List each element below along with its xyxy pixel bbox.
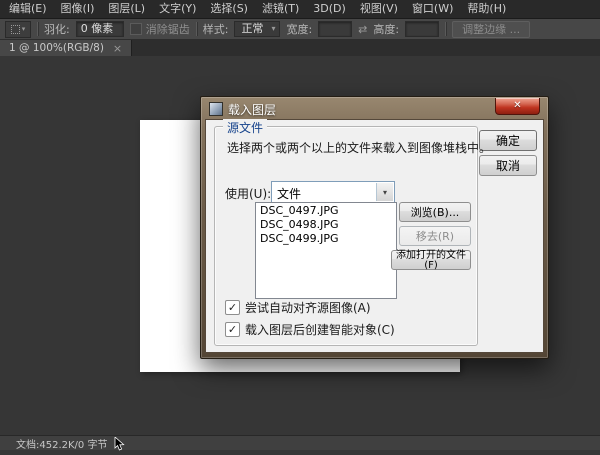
- smart-object-label: 载入图层后创建智能对象(C): [245, 323, 395, 337]
- feather-input[interactable]: 0 像素: [75, 21, 124, 37]
- file-list-item[interactable]: DSC_0499.JPG: [256, 232, 396, 246]
- menu-item-view[interactable]: 视图(V): [353, 0, 405, 18]
- use-label: 使用(U):: [225, 187, 272, 201]
- browse-button[interactable]: 浏览(B)...: [399, 202, 471, 222]
- file-list[interactable]: DSC_0497.JPG DSC_0498.JPG DSC_0499.JPG: [255, 202, 397, 299]
- menu-item-type[interactable]: 文字(Y): [152, 0, 203, 18]
- menu-item-help[interactable]: 帮助(H): [460, 0, 513, 18]
- antialias-label: 消除锯齿: [145, 23, 190, 36]
- chevron-down-icon: ▾: [271, 24, 276, 33]
- auto-align-checkbox-row[interactable]: ✓ 尝试自动对齐源图像(A): [225, 299, 371, 316]
- mouse-cursor-icon: [114, 436, 125, 455]
- auto-align-label: 尝试自动对齐源图像(A): [245, 301, 371, 315]
- style-value: 正常: [241, 22, 264, 35]
- menu-item-layer[interactable]: 图层(L): [101, 0, 152, 18]
- dialog-titlebar[interactable]: 载入图层 ✕: [201, 97, 548, 119]
- menu-item-edit[interactable]: 编辑(E): [2, 0, 54, 18]
- use-dropdown-value: 文件: [277, 187, 302, 201]
- cancel-button[interactable]: 取消: [479, 155, 537, 176]
- use-dropdown[interactable]: 文件 ▾: [271, 181, 395, 203]
- file-list-item[interactable]: DSC_0497.JPG: [256, 204, 396, 218]
- menu-item-filter[interactable]: 滤镜(T): [255, 0, 306, 18]
- menu-item-window[interactable]: 窗口(W): [405, 0, 460, 18]
- auto-align-checkbox[interactable]: ✓: [225, 300, 240, 315]
- dialog-close-button[interactable]: ✕: [495, 98, 540, 115]
- status-bar: 文档:452.2K/0 字节: [0, 435, 600, 451]
- style-label: 样式:: [202, 23, 229, 36]
- separator: [37, 22, 38, 36]
- swap-dimensions-icon[interactable]: ⇄: [358, 23, 367, 36]
- document-tab[interactable]: 1 @ 100%(RGB/8) ×: [0, 40, 133, 56]
- dropdown-arrow-icon[interactable]: ▾: [376, 183, 393, 201]
- width-input[interactable]: [318, 21, 353, 37]
- height-label: 高度:: [373, 23, 400, 36]
- document-tab-label: 1 @ 100%(RGB/8): [9, 42, 104, 54]
- dialog-title: 载入图层: [228, 103, 277, 117]
- file-list-item[interactable]: DSC_0498.JPG: [256, 218, 396, 232]
- menu-item-image[interactable]: 图像(I): [54, 0, 102, 18]
- source-files-group: 源文件 选择两个或两个以上的文件来载入到图像堆栈中。 使用(U): 文件 ▾ D…: [214, 119, 491, 346]
- feather-label: 羽化:: [44, 23, 70, 36]
- load-layers-dialog: 载入图层 ✕ 确定 取消 源文件 选择两个或两个以上的文件来载入到图像堆栈中。 …: [200, 96, 549, 359]
- group-title: 源文件: [223, 119, 268, 136]
- antialias-checkbox: 消除锯齿: [129, 21, 190, 37]
- group-description: 选择两个或两个以上的文件来载入到图像堆栈中。: [227, 141, 492, 155]
- marquee-glyph-icon: [10, 24, 20, 34]
- smart-object-checkbox[interactable]: ✓: [225, 322, 240, 337]
- width-label: 宽度:: [286, 23, 313, 36]
- dialog-body: 确定 取消 源文件 选择两个或两个以上的文件来载入到图像堆栈中。 使用(U): …: [205, 119, 544, 353]
- tool-preset-icon[interactable]: ▾: [5, 20, 31, 38]
- add-open-files-button[interactable]: 添加打开的文件(F): [391, 250, 471, 271]
- tab-strip: 1 @ 100%(RGB/8) ×: [0, 40, 600, 56]
- refine-edge-button[interactable]: 调整边缘 ...: [452, 20, 531, 38]
- menu-item-3d[interactable]: 3D(D): [306, 0, 353, 18]
- options-bar: ▾ 羽化: 0 像素 消除锯齿 样式: 正常 ▾ 宽度: ⇄ 高度: 调整边缘 …: [0, 19, 600, 40]
- document-size-status: 文档:452.2K/0 字节: [16, 439, 108, 451]
- separator: [195, 22, 197, 36]
- photoshop-window: 编辑(E) 图像(I) 图层(L) 文字(Y) 选择(S) 滤镜(T) 3D(D…: [0, 0, 600, 451]
- chevron-down-icon: ▾: [21, 25, 26, 33]
- dialog-icon: [209, 102, 223, 116]
- close-icon: ✕: [513, 100, 522, 111]
- separator: [445, 22, 447, 36]
- checkbox-icon: [129, 23, 142, 35]
- height-input[interactable]: [405, 21, 440, 37]
- style-dropdown[interactable]: 正常 ▾: [234, 21, 281, 37]
- smart-object-checkbox-row[interactable]: ✓ 载入图层后创建智能对象(C): [225, 321, 395, 338]
- menu-item-select[interactable]: 选择(S): [203, 0, 255, 18]
- menu-bar: 编辑(E) 图像(I) 图层(L) 文字(Y) 选择(S) 滤镜(T) 3D(D…: [0, 0, 600, 19]
- remove-button[interactable]: 移去(R): [399, 226, 471, 246]
- tab-close-icon[interactable]: ×: [113, 43, 122, 54]
